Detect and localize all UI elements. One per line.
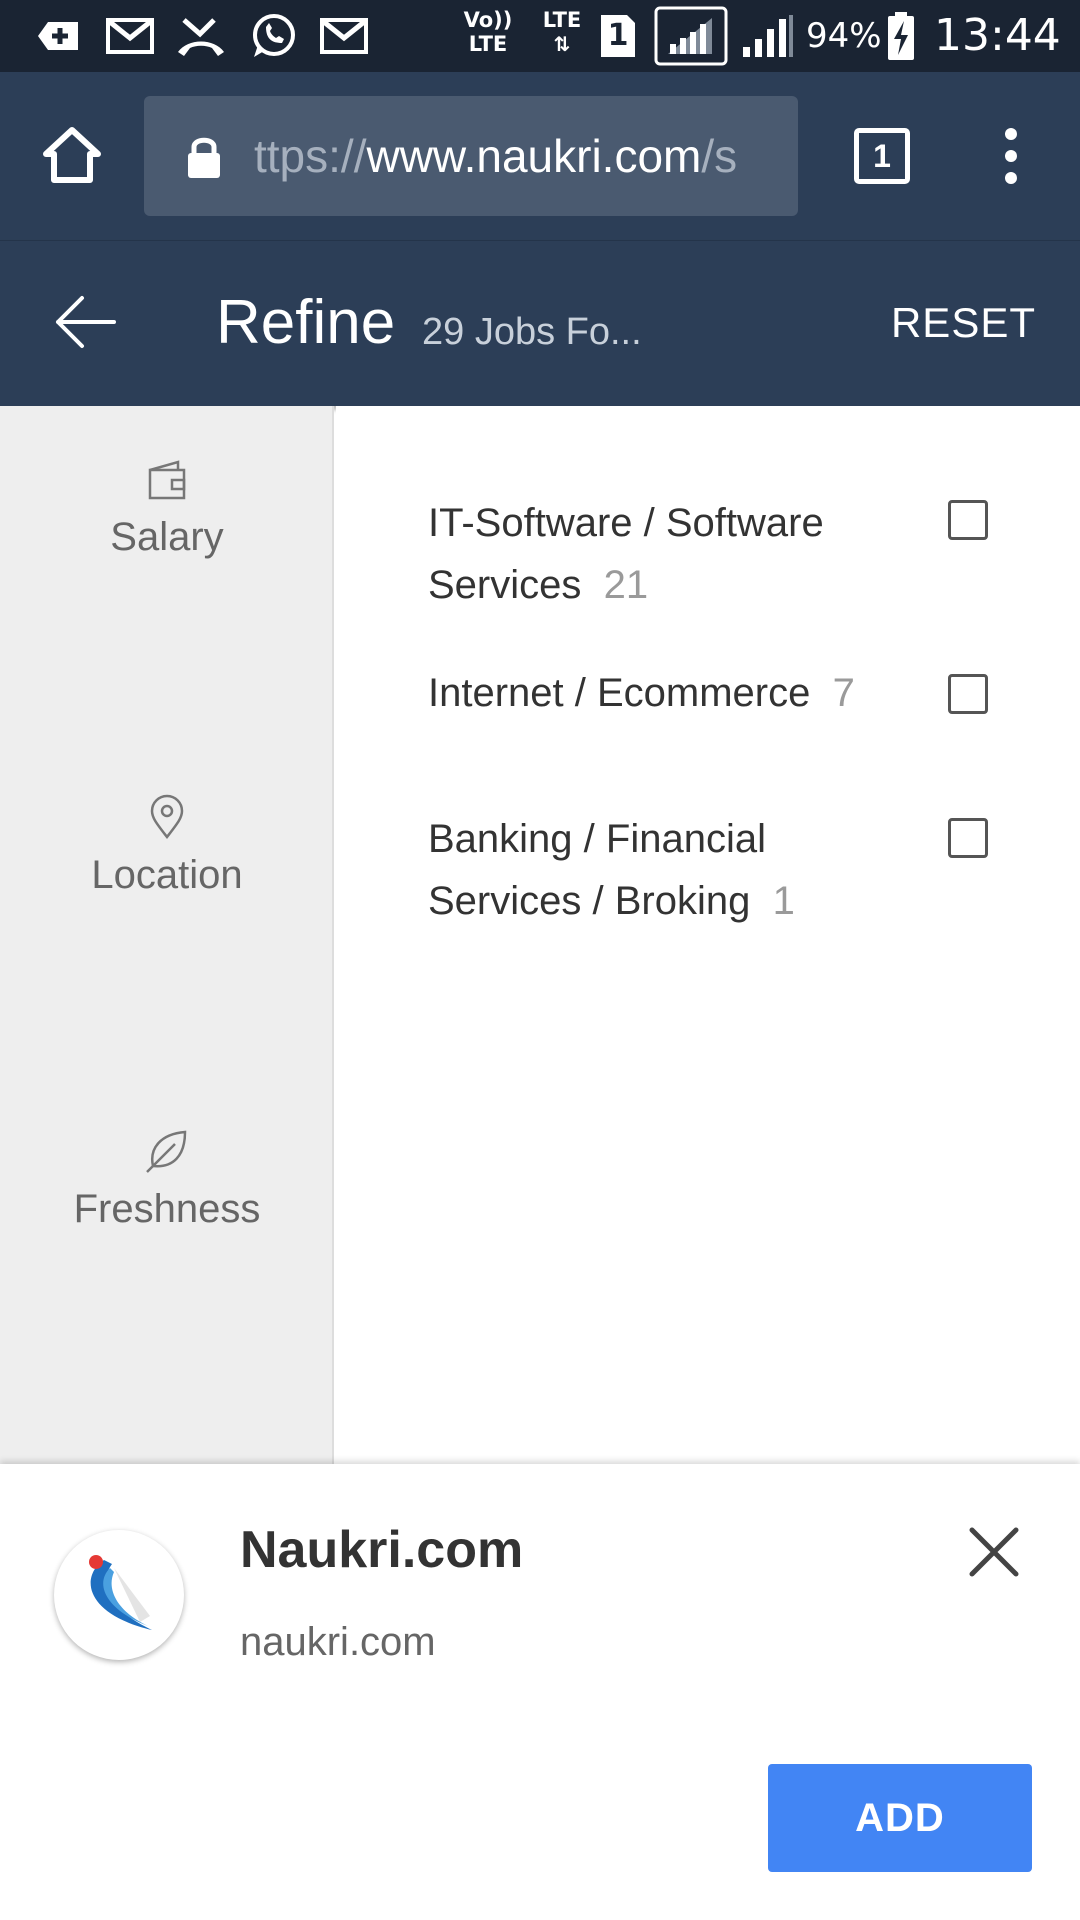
volte-label: Vo)) — [463, 8, 513, 32]
option-checkbox[interactable] — [948, 818, 988, 858]
volte-lte-label: LTE — [468, 32, 508, 56]
option-count: 21 — [603, 563, 649, 607]
option-label: Banking / Financial Services / Broking — [428, 817, 766, 923]
jobs-found-count: 29 Jobs Fo... — [422, 311, 642, 353]
sidebar-item-location[interactable]: Location — [0, 794, 334, 898]
sidebar-item-label: Salary — [110, 515, 224, 559]
sidebar-item-salary[interactable]: Salary — [0, 458, 334, 560]
url-path: /s — [701, 130, 738, 182]
battery-charging-icon — [884, 12, 918, 60]
naukri-logo-icon — [54, 1530, 184, 1660]
status-bar: Vo)) LTE LTE ⇅ 1 94% 13:44 — [0, 0, 1080, 72]
signal-icon — [654, 6, 728, 66]
lte-label: LTE — [542, 8, 582, 32]
more-menu-icon[interactable] — [996, 124, 1026, 188]
option-label: Internet / Ecommerce — [428, 671, 811, 715]
gmail-icon — [318, 12, 370, 60]
option-checkbox[interactable] — [948, 500, 988, 540]
sidebar-item-freshness[interactable]: Freshness — [0, 1128, 334, 1232]
option-checkbox[interactable] — [948, 674, 988, 714]
lte-indicator: LTE ⇅ — [536, 8, 588, 56]
option-count: 1 — [772, 879, 795, 923]
volte-indicator: Vo)) LTE — [462, 8, 514, 56]
sidebar-item-label: Freshness — [73, 1187, 261, 1231]
reset-button[interactable]: RESET — [891, 299, 1036, 347]
url-scheme: ttps:// — [254, 130, 367, 182]
lock-icon — [184, 134, 224, 180]
tab-count: 1 — [873, 138, 891, 174]
whatsapp-icon — [246, 12, 300, 60]
back-arrow-icon[interactable] — [54, 295, 116, 349]
add-notification-icon — [32, 12, 84, 60]
filter-sidebar: Salary Location Freshness — [0, 406, 334, 1466]
sim-slot-number: 1 — [607, 18, 629, 53]
signal-icon — [740, 12, 796, 60]
refine-header: Refine 29 Jobs Fo... RESET — [0, 240, 1080, 406]
battery-percent: 94% — [806, 16, 882, 56]
page-title: Refine — [216, 288, 396, 357]
tabs-icon[interactable]: 1 — [854, 128, 910, 184]
url-host: www.naukri.com — [366, 130, 702, 182]
filter-option[interactable]: Internet / Ecommerce 7 — [428, 662, 928, 724]
data-arrows-icon: ⇅ — [553, 32, 571, 56]
app-domain: naukri.com — [240, 1620, 436, 1664]
wallet-icon — [146, 458, 188, 502]
add-button[interactable]: ADD — [768, 1764, 1032, 1872]
app-name: Naukri.com — [240, 1521, 524, 1579]
sidebar-item-label: Location — [91, 853, 243, 897]
filter-option[interactable]: Banking / Financial Services / Broking 1 — [428, 808, 928, 932]
gmail-icon — [104, 12, 156, 60]
home-icon[interactable] — [40, 124, 104, 188]
url-text: ttps://www.naukri.com/s — [254, 96, 774, 216]
browser-toolbar: ttps://www.naukri.com/s 1 — [0, 72, 1080, 240]
missed-call-icon — [174, 12, 228, 60]
filter-option[interactable]: IT-Software / Software Services 21 — [428, 492, 928, 616]
filter-options-panel: IT-Software / Software Services 21 Inter… — [336, 406, 1080, 1466]
url-bar[interactable]: ttps://www.naukri.com/s — [144, 96, 798, 216]
add-to-homescreen-sheet: Naukri.com naukri.com ADD — [0, 1464, 1080, 1920]
clock: 13:44 — [934, 10, 1061, 61]
leaf-icon — [145, 1128, 189, 1174]
close-icon[interactable] — [966, 1524, 1022, 1580]
location-pin-icon — [148, 794, 186, 840]
option-count: 7 — [832, 671, 855, 715]
